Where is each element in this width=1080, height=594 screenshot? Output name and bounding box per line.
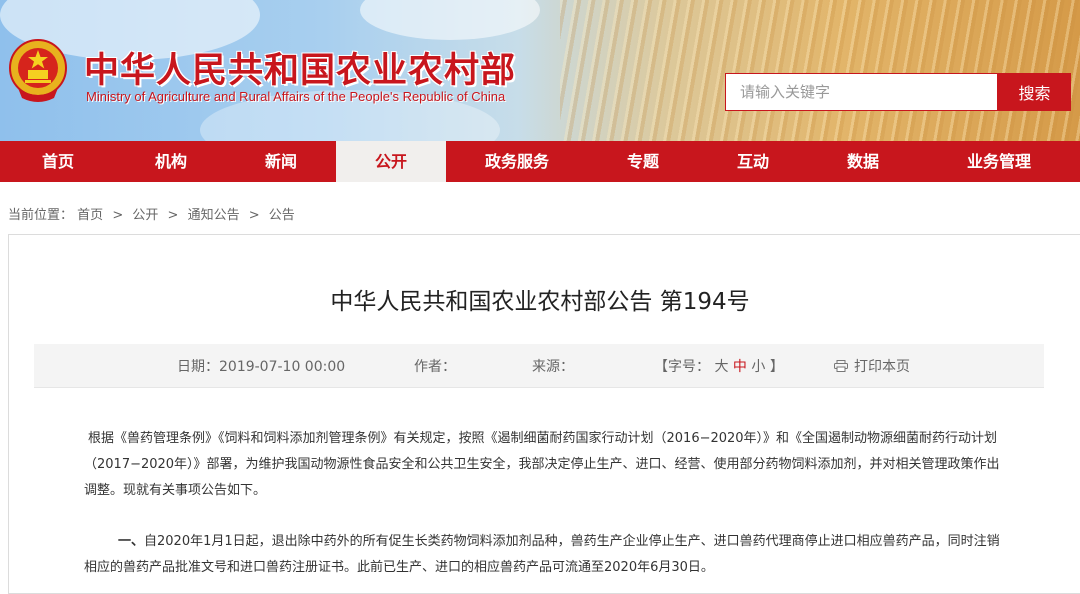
site-subtitle: Ministry of Agriculture and Rural Affair… (86, 89, 506, 104)
font-size-close: 】 (769, 359, 784, 375)
font-size-medium-link[interactable]: 中 (733, 359, 747, 375)
article-date: 日期：2019-07-10 00:00 (177, 359, 346, 375)
site-title: 中华人民共和国农业农村部 (84, 50, 517, 91)
main-nav: 首页 机构 新闻 公开 政务服务 专题 互动 数据 业务管理 (0, 141, 1080, 182)
nav-item-data[interactable]: 数据 (808, 141, 918, 182)
article-paragraph-text: 自2020年1月1日起，退出除中药外的所有促生长类药物饲料添加剂品种，兽药生产企… (84, 534, 1000, 575)
breadcrumb-separator: > (167, 208, 179, 223)
article-author: 作者： (414, 359, 456, 375)
nav-item-business-management[interactable]: 业务管理 (918, 141, 1080, 182)
search-button[interactable]: 搜索 (998, 73, 1071, 111)
font-size-controls: 【字号： 大 中 小 】 (654, 356, 784, 376)
breadcrumb-public[interactable]: 公开 (132, 208, 158, 223)
font-size-small-link[interactable]: 小 (751, 359, 765, 375)
nav-item-topics[interactable]: 专题 (588, 141, 698, 182)
article-paragraph: 一、自2020年1月1日起，退出除中药外的所有促生长类药物饲料添加剂品种，兽药生… (84, 529, 1004, 581)
breadcrumb-separator: > (248, 208, 260, 223)
article-paragraph-text: 根据《兽药管理条例》《饲料和饲料添加剂管理条例》有关规定，按照《遏制细菌耐药国家… (84, 431, 1000, 498)
national-emblem-icon (9, 39, 67, 102)
banner-cloud (360, 0, 540, 40)
nav-item-organization[interactable]: 机构 (116, 141, 226, 182)
search-input[interactable] (725, 73, 998, 111)
nav-item-public[interactable]: 公开 (336, 141, 446, 182)
article-paragraph: 根据《兽药管理条例》《饲料和饲料添加剂管理条例》有关规定，按照《遏制细菌耐药国家… (84, 426, 1004, 504)
font-size-open: 【字号： (654, 359, 710, 375)
nav-item-interaction[interactable]: 互动 (698, 141, 808, 182)
nav-item-government-services[interactable]: 政务服务 (446, 141, 588, 182)
breadcrumb-separator: > (112, 208, 124, 223)
wheat-field-decoration (560, 0, 1080, 141)
printer-icon (834, 360, 848, 372)
breadcrumb-announcement[interactable]: 公告 (269, 208, 295, 223)
breadcrumb-notices[interactable]: 通知公告 (188, 208, 240, 223)
article-source: 来源： (532, 359, 574, 375)
nav-item-news[interactable]: 新闻 (226, 141, 336, 182)
print-page-label: 打印本页 (854, 359, 910, 375)
font-size-large-link[interactable]: 大 (714, 359, 728, 375)
breadcrumb-prefix: 当前位置： (8, 208, 74, 223)
print-page-link[interactable]: 打印本页 (834, 356, 910, 376)
nav-item-home[interactable]: 首页 (0, 141, 116, 182)
article-title: 中华人民共和国农业农村部公告 第194号 (330, 289, 750, 315)
article-meta-bar: 日期：2019-07-10 00:00 作者： 来源： 【字号： 大 中 小 】… (34, 344, 1044, 388)
breadcrumb: 当前位置： 首页 > 公开 > 通知公告 > 公告 (8, 204, 295, 223)
article-paragraph-lead: 一、 (118, 534, 145, 549)
site-header: 中华人民共和国农业农村部 Ministry of Agriculture and… (0, 0, 1080, 141)
breadcrumb-home[interactable]: 首页 (77, 208, 103, 223)
